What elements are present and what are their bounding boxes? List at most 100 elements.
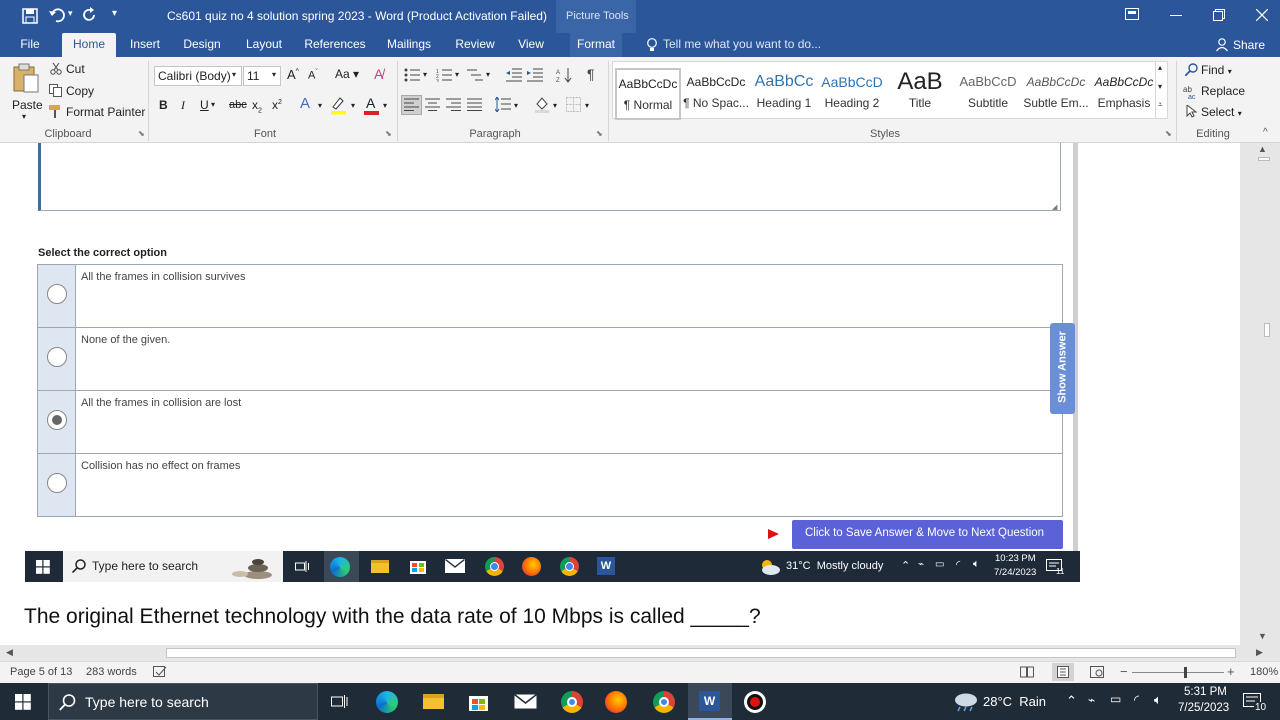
style-normal[interactable]: AaBbCcDc ¶ Normal: [615, 68, 681, 120]
chrome-icon[interactable]: [561, 691, 583, 713]
proofing-icon[interactable]: [153, 666, 167, 678]
shading-dropdown-icon[interactable]: ▾: [553, 101, 557, 110]
copy-button[interactable]: Copy: [66, 84, 94, 98]
scroll-left-icon[interactable]: ◀: [6, 647, 13, 658]
firefox-icon[interactable]: [605, 691, 627, 713]
scroll-down-icon[interactable]: ▼: [1258, 631, 1267, 641]
tab-format[interactable]: Format: [570, 33, 622, 57]
mail-icon[interactable]: [514, 694, 537, 709]
bullets-icon[interactable]: [404, 68, 420, 82]
borders-icon[interactable]: [566, 97, 581, 112]
word-count[interactable]: 283 words: [86, 666, 137, 678]
screen-recorder-icon[interactable]: [744, 691, 766, 713]
ribbon-display-options-icon[interactable]: [1125, 8, 1139, 20]
volume-icon[interactable]: 🔈︎: [1154, 692, 1162, 708]
multilevel-list-icon[interactable]: [467, 68, 483, 82]
clock-time[interactable]: 5:31 PM: [1184, 686, 1227, 698]
store-icon[interactable]: [468, 691, 489, 712]
web-layout-icon[interactable]: [1090, 666, 1104, 678]
undo-dropdown-icon[interactable]: ▾: [68, 8, 73, 19]
subscript-icon[interactable]: x2: [252, 98, 262, 114]
task-view-icon[interactable]: [331, 694, 348, 709]
windows-start-icon[interactable]: [15, 694, 31, 710]
scroll-right-icon[interactable]: ▶: [1256, 647, 1263, 658]
style-no-spacing[interactable]: AaBbCcDc ¶ No Spac...: [683, 68, 749, 120]
customize-toolbar-icon[interactable]: ▾: [112, 8, 117, 19]
collapse-ribbon-icon[interactable]: ^: [1263, 127, 1268, 138]
minimize-button[interactable]: [1170, 15, 1182, 16]
font-color-button[interactable]: A: [364, 95, 380, 115]
shrink-font-icon[interactable]: Aˇ: [308, 69, 318, 82]
highlight-dropdown-icon[interactable]: ▾: [351, 101, 355, 110]
bullets-dropdown-icon[interactable]: ▾: [423, 70, 427, 79]
borders-dropdown-icon[interactable]: ▾: [585, 101, 589, 110]
battery-icon[interactable]: ▭: [1110, 692, 1121, 706]
style-heading-1[interactable]: AaBbCc Heading 1: [751, 68, 817, 120]
sort-icon[interactable]: AZ: [556, 67, 572, 83]
strikethrough-icon[interactable]: abc: [229, 99, 247, 111]
zoom-level[interactable]: 180%: [1250, 666, 1278, 678]
text-effects-icon[interactable]: A: [300, 95, 310, 112]
italic-icon[interactable]: I: [181, 98, 185, 113]
tab-review[interactable]: Review: [450, 33, 500, 57]
tab-references[interactable]: References: [302, 33, 368, 57]
taskbar-search-box[interactable]: Type here to search: [48, 683, 318, 720]
scroll-thumb[interactable]: [1258, 157, 1270, 161]
line-spacing-dropdown-icon[interactable]: ▾: [514, 101, 518, 110]
clipboard-launcher-icon[interactable]: ⬊: [138, 129, 145, 138]
highlight-color-button[interactable]: [329, 95, 347, 115]
styles-launcher-icon[interactable]: ⬊: [1165, 129, 1172, 138]
tab-insert[interactable]: Insert: [124, 33, 166, 57]
style-heading-2[interactable]: AaBbCcD Heading 2: [819, 68, 885, 120]
numbering-dropdown-icon[interactable]: ▾: [455, 70, 459, 79]
style-subtle-emphasis[interactable]: AaBbCcDc Subtle Em...: [1023, 68, 1089, 120]
edge-icon[interactable]: [376, 691, 398, 713]
find-button[interactable]: Find ▾: [1201, 63, 1232, 77]
shading-icon[interactable]: [534, 96, 550, 113]
justify-icon[interactable]: [467, 98, 482, 111]
numbering-icon[interactable]: 123: [436, 68, 452, 82]
font-launcher-icon[interactable]: ⬊: [385, 129, 392, 138]
file-explorer-icon[interactable]: [423, 694, 444, 709]
horizontal-scrollbar[interactable]: ◀ ▶: [0, 645, 1280, 661]
network-icon[interactable]: ⌁: [1088, 693, 1095, 707]
multilevel-dropdown-icon[interactable]: ▾: [486, 70, 490, 79]
clock-date[interactable]: 7/25/2023: [1178, 702, 1229, 714]
redo-icon[interactable]: [82, 7, 98, 23]
scroll-up-icon[interactable]: ▲: [1258, 144, 1267, 154]
grow-font-icon[interactable]: A^: [287, 67, 299, 82]
zoom-out-icon[interactable]: −: [1120, 664, 1128, 679]
font-color-dropdown-icon[interactable]: ▾: [383, 101, 387, 110]
bold-icon[interactable]: B: [159, 98, 168, 112]
font-name-select[interactable]: Calibri (Body) ▾: [154, 66, 242, 86]
styles-scroll[interactable]: ▴ ▾ ⩡: [1155, 62, 1168, 118]
increase-indent-icon[interactable]: [527, 68, 543, 82]
more-styles-icon[interactable]: ⩡: [1158, 100, 1163, 110]
paste-button[interactable]: Paste ▾: [8, 61, 44, 121]
line-spacing-icon[interactable]: [495, 97, 511, 112]
replace-button[interactable]: Replace: [1201, 84, 1245, 98]
tab-view[interactable]: View: [512, 33, 550, 57]
tab-mailings[interactable]: Mailings: [380, 33, 438, 57]
vertical-scrollbar[interactable]: ▲ ▼: [1240, 143, 1280, 645]
show-formatting-icon[interactable]: ¶: [587, 66, 595, 82]
underline-dropdown-icon[interactable]: ▾: [211, 100, 215, 109]
read-mode-icon[interactable]: [1020, 666, 1034, 678]
style-title[interactable]: AaB Title: [887, 68, 953, 120]
cut-button[interactable]: Cut: [66, 62, 85, 76]
format-painter-button[interactable]: Format Painter: [66, 105, 145, 119]
save-icon[interactable]: [22, 8, 38, 24]
change-case-button[interactable]: Aa ▾: [335, 67, 359, 81]
page-count[interactable]: Page 5 of 13: [10, 666, 72, 678]
close-button[interactable]: [1256, 9, 1268, 21]
chevron-down-icon[interactable]: ▾: [1158, 82, 1162, 91]
zoom-slider[interactable]: [1132, 672, 1224, 673]
align-right-icon[interactable]: [446, 98, 461, 111]
style-subtitle[interactable]: AaBbCcD Subtitle: [955, 68, 1021, 120]
chevron-up-icon[interactable]: ▴: [1158, 63, 1162, 72]
text-effects-dropdown-icon[interactable]: ▾: [318, 101, 322, 110]
underline-icon[interactable]: U: [200, 98, 209, 112]
hscroll-thumb[interactable]: [166, 648, 1236, 658]
align-left-icon[interactable]: [404, 98, 419, 111]
zoom-slider-thumb[interactable]: [1184, 667, 1187, 678]
